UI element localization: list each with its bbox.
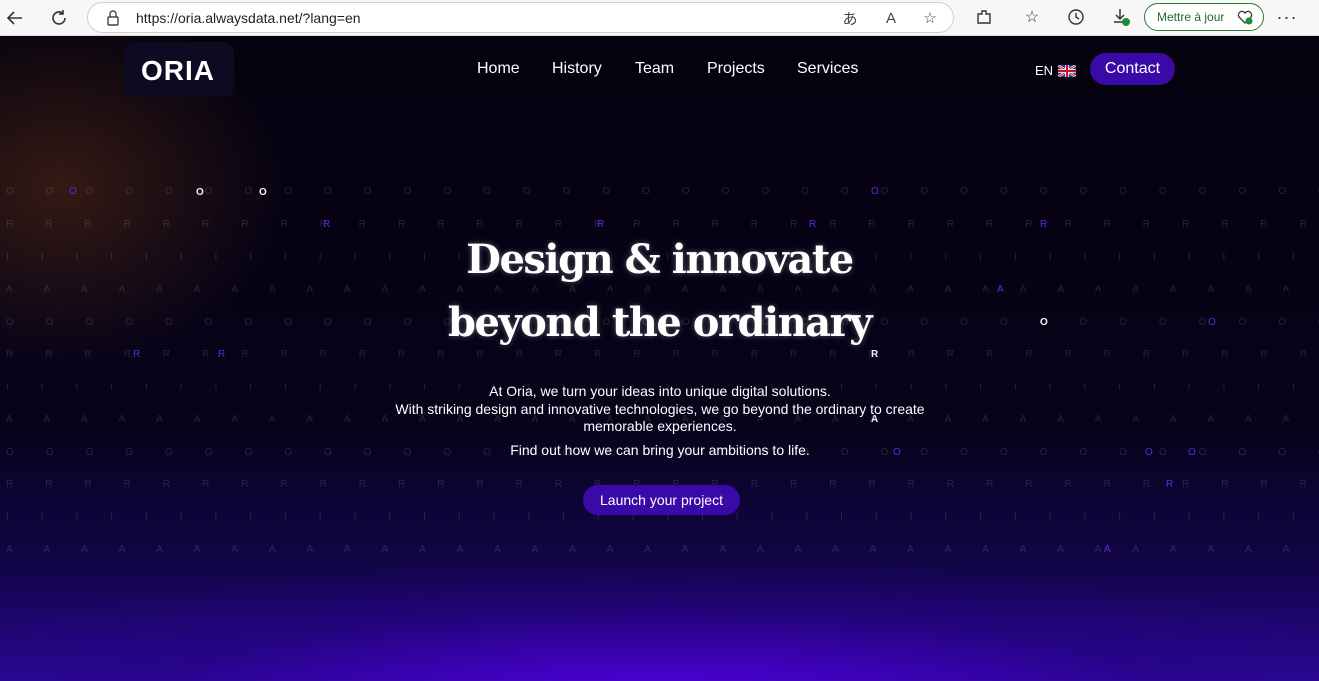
reload-icon — [52, 10, 66, 25]
downloads-icon[interactable] — [1108, 4, 1134, 30]
hero-description: With striking design and innovative tech… — [395, 401, 925, 434]
favorites-icon[interactable]: ☆ — [1019, 4, 1045, 30]
accent-letter: R — [133, 349, 141, 360]
accent-letter: A — [1104, 544, 1111, 555]
reload-button[interactable] — [44, 3, 74, 33]
accent-letter: R — [218, 349, 226, 360]
hero-title-line1: Design & innovate — [466, 236, 854, 283]
accent-letter: R — [323, 219, 331, 230]
glow-letter: R — [871, 349, 879, 360]
glow-letter: O — [259, 187, 267, 198]
read-aloud-icon[interactable]: A — [880, 7, 902, 29]
language-label: EN — [1035, 63, 1054, 78]
nav-history[interactable]: History — [552, 60, 602, 78]
letter-matrix-background: O O O O O O O O O O O O O O O O O O O O … — [0, 36, 1319, 681]
matrix-row: A A A A A A A A A A A A A A A A A A A A … — [6, 284, 1319, 295]
matrix-row: R R R R R R R R R R R R R R R R R R R R … — [6, 219, 1319, 230]
accent-letter: R — [1040, 219, 1048, 230]
accent-letter: O — [69, 186, 77, 197]
accent-letter: O — [1188, 447, 1196, 458]
accent-letter: R — [1166, 479, 1174, 490]
url-text[interactable]: https://oria.alwaysdata.net/?lang=en — [136, 10, 361, 26]
logo-text: ORIA — [141, 55, 215, 86]
site-navbar: ORIA Home History Team Projects Services… — [124, 42, 1187, 97]
history-icon[interactable] — [1063, 4, 1089, 30]
launch-project-button[interactable]: Launch your project — [583, 485, 740, 515]
favorite-star-icon[interactable]: ☆ — [919, 7, 941, 29]
contact-button[interactable]: Contact — [1090, 53, 1175, 85]
lock-icon — [107, 10, 119, 26]
accent-letter: R — [809, 219, 817, 230]
back-button[interactable] — [0, 3, 30, 33]
nav-home[interactable]: Home — [477, 60, 520, 78]
nav-projects[interactable]: Projects — [707, 60, 765, 78]
matrix-row: R R R R R R R R R R R R R R R R R R R R … — [6, 349, 1319, 360]
more-options-icon[interactable]: ··· — [1274, 4, 1300, 30]
accent-letter: O — [1145, 447, 1153, 458]
matrix-row: O O O O O O O O O O O O O O O O O O O O … — [6, 186, 1319, 197]
nav-team[interactable]: Team — [635, 60, 674, 78]
page-viewport: O O O O O O O O O O O O O O O O O O O O … — [0, 36, 1319, 681]
uk-flag-icon — [1058, 64, 1077, 77]
matrix-row: A A A A A A A A A A A A A A A A A A A A … — [6, 544, 1319, 555]
glow-letter: O — [196, 187, 204, 198]
update-label: Mettre à jour — [1157, 10, 1225, 24]
read-aloud-language-icon[interactable]: あ — [839, 7, 861, 29]
browser-toolbar: https://oria.alwaysdata.net/?lang=en あ A… — [0, 0, 1319, 36]
hero-title-line2: beyond the ordinary — [448, 299, 872, 346]
update-button[interactable]: Mettre à jour — [1144, 3, 1264, 31]
hero-invitation: Find out how we can bring your ambitions… — [510, 442, 810, 458]
heart-icon — [1237, 10, 1253, 25]
hero-intro: At Oria, we turn your ideas into unique … — [489, 383, 831, 399]
accent-letter: O — [871, 186, 879, 197]
nav-services[interactable]: Services — [797, 60, 858, 78]
address-bar[interactable]: https://oria.alwaysdata.net/?lang=en あ A… — [87, 2, 954, 33]
accent-letter: R — [597, 219, 605, 230]
arrow-left-icon — [6, 11, 22, 25]
logo[interactable]: ORIA — [124, 42, 234, 97]
language-selector[interactable]: EN — [1035, 63, 1077, 78]
extensions-icon[interactable] — [971, 4, 997, 30]
accent-letter: A — [997, 284, 1004, 295]
